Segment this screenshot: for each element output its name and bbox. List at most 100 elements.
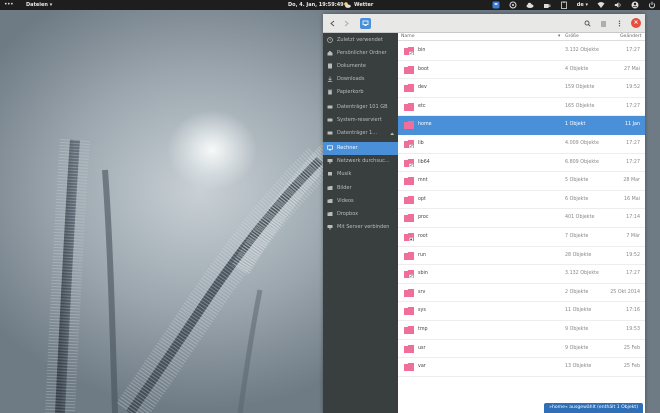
clipboard-icon[interactable] xyxy=(560,1,568,9)
column-sort-arrow[interactable]: ▾ xyxy=(558,34,560,39)
volume-icon[interactable] xyxy=(614,1,622,9)
file-name: var xyxy=(418,364,426,370)
file-list-view: Name ▾ Größe Geändert bin 3.132 Objekte 17… xyxy=(398,33,645,413)
update-icon[interactable] xyxy=(509,1,517,9)
file-row[interactable]: srv 2 Objekte 25 Okt 2014 xyxy=(398,284,645,303)
sidebar-item[interactable]: Persönlicher Ordner xyxy=(323,46,398,59)
status-bar: »home« ausgewählt (enthält 1 Objekt) xyxy=(544,403,643,413)
sidebar-item[interactable]: Musik xyxy=(323,168,398,181)
file-name: proc xyxy=(418,215,429,221)
trash-icon xyxy=(327,89,333,95)
file-row[interactable]: usr 9 Objekte 25 Feb xyxy=(398,340,645,359)
sidebar-item[interactable]: Bilder xyxy=(323,181,398,194)
sidebar-item-label: System-reserviert xyxy=(337,117,382,124)
file-row[interactable]: mnt 5 Objekte 28 Mar xyxy=(398,172,645,191)
sidebar-item[interactable]: System-reserviert xyxy=(323,114,398,127)
sidebar-item-label: Datenträger 101 GB xyxy=(337,104,388,111)
top-panel: ••• Dateien ▾ Do, 4. Jan, 19:59:49 Wette… xyxy=(0,0,660,10)
file-name: srv xyxy=(418,289,426,295)
sidebar-item[interactable]: Videos xyxy=(323,194,398,207)
file-size: 159 Objekte xyxy=(565,85,595,91)
coffee-icon[interactable] xyxy=(543,1,551,9)
sidebar-item-label: Dokumente xyxy=(337,62,366,69)
column-name[interactable]: Name xyxy=(401,34,415,39)
file-name: mnt xyxy=(418,178,428,184)
document-icon xyxy=(327,63,333,69)
file-size: 4.009 Objekte xyxy=(565,140,599,146)
file-row[interactable]: root 7 Objekte 7 Mär xyxy=(398,228,645,247)
forward-icon[interactable] xyxy=(341,18,352,29)
sidebar-item[interactable]: Netzwerk durchsuc... xyxy=(323,155,398,168)
file-size: 7 Objekte xyxy=(565,233,589,239)
videos-icon xyxy=(327,198,333,204)
file-row[interactable]: sbin 3.132 Objekte 17:27 xyxy=(398,265,645,284)
file-row[interactable]: lib64 6.809 Objekte 17:27 xyxy=(398,154,645,173)
file-row[interactable]: home 1 Objekt 11 Jan xyxy=(398,116,645,135)
app-menu[interactable]: Dateien ▾ xyxy=(26,2,52,8)
computer-icon xyxy=(362,20,369,26)
file-size: 11 Objekte xyxy=(565,308,592,314)
sidebar-item-label: Datenträger 1... xyxy=(337,130,378,137)
file-name: root xyxy=(418,233,428,239)
back-icon[interactable] xyxy=(327,18,338,29)
network-icon xyxy=(327,158,333,164)
sidebar-item[interactable]: Rechner xyxy=(323,141,398,155)
folder-icon xyxy=(404,121,414,130)
folder-icon xyxy=(404,363,414,372)
file-size: 9 Objekte xyxy=(565,326,589,332)
file-row[interactable]: tmp 9 Objekte 19:53 xyxy=(398,321,645,340)
file-row[interactable]: bin 3.132 Objekte 17:27 xyxy=(398,42,645,61)
file-modified: 17:27 xyxy=(626,271,640,277)
file-modified: 17:27 xyxy=(626,159,640,165)
sidebar-item[interactable]: Dokumente xyxy=(323,59,398,72)
eject-icon[interactable]: ⏏ xyxy=(390,131,394,136)
menu-icon[interactable] xyxy=(614,18,625,29)
file-row[interactable]: lib 4.009 Objekte 17:27 xyxy=(398,135,645,154)
clock[interactable]: Do, 4. Jan, 19:59:49 xyxy=(288,2,344,8)
power-icon[interactable] xyxy=(648,1,656,9)
keyboard-layout[interactable]: de ▾ xyxy=(577,2,588,8)
view-options-icon[interactable] xyxy=(598,18,609,29)
file-name: bin xyxy=(418,48,426,53)
network-icon xyxy=(327,224,333,230)
file-row[interactable]: dev 159 Objekte 19:52 xyxy=(398,79,645,98)
file-modified: 17:16 xyxy=(626,308,640,314)
network-icon[interactable] xyxy=(597,1,605,9)
file-name: opt xyxy=(418,196,426,202)
system-tray: de ▾ xyxy=(492,1,656,9)
file-row[interactable]: var 13 Objekte 25 Feb xyxy=(398,358,645,377)
file-size: 9 Objekte xyxy=(565,345,589,351)
file-row[interactable]: sys 11 Objekte 17:16 xyxy=(398,302,645,321)
location-computer-button[interactable] xyxy=(360,18,371,29)
user-icon[interactable] xyxy=(631,1,639,9)
dropbox-icon[interactable] xyxy=(492,1,500,9)
file-row[interactable]: run 28 Objekte 19:52 xyxy=(398,247,645,266)
sidebar-item[interactable]: Mit Server verbinden xyxy=(323,220,398,233)
file-row[interactable]: boot 4 Objekte 27 Mai xyxy=(398,61,645,80)
close-button[interactable]: × xyxy=(631,18,641,28)
column-modified[interactable]: Geändert xyxy=(620,34,642,39)
file-name: lib64 xyxy=(418,159,430,165)
sidebar-item[interactable]: Downloads xyxy=(323,72,398,85)
file-modified: 19:52 xyxy=(626,85,640,91)
cloud-icon[interactable] xyxy=(526,1,534,9)
folder-icon xyxy=(327,211,333,217)
places-sidebar: Zuletzt verwendet Persönlicher Ordner Doku… xyxy=(323,33,398,413)
weather-indicator[interactable]: Wetter xyxy=(343,1,373,9)
file-size: 2 Objekte xyxy=(565,289,589,295)
activities-icon[interactable]: ••• xyxy=(4,1,14,8)
sidebar-item-label: Dropbox xyxy=(337,210,359,217)
file-row[interactable]: etc 165 Objekte 17:27 xyxy=(398,98,645,117)
sidebar-item[interactable]: Datenträger 1... ⏏ xyxy=(323,127,398,140)
file-row[interactable]: opt 6 Objekte 16 Mai xyxy=(398,191,645,210)
search-icon[interactable] xyxy=(582,18,593,29)
sidebar-item[interactable]: Papierkorb xyxy=(323,85,398,98)
file-size: 13 Objekte xyxy=(565,364,592,370)
sidebar-item-label: Zuletzt verwendet xyxy=(337,36,383,43)
sidebar-item[interactable]: Zuletzt verwendet xyxy=(323,33,398,46)
folder-icon xyxy=(404,139,414,148)
sidebar-item[interactable]: Datenträger 101 GB xyxy=(323,100,398,113)
file-row[interactable]: proc 401 Objekte 17:14 xyxy=(398,209,645,228)
column-size[interactable]: Größe xyxy=(565,34,579,39)
sidebar-item[interactable]: Dropbox xyxy=(323,207,398,220)
